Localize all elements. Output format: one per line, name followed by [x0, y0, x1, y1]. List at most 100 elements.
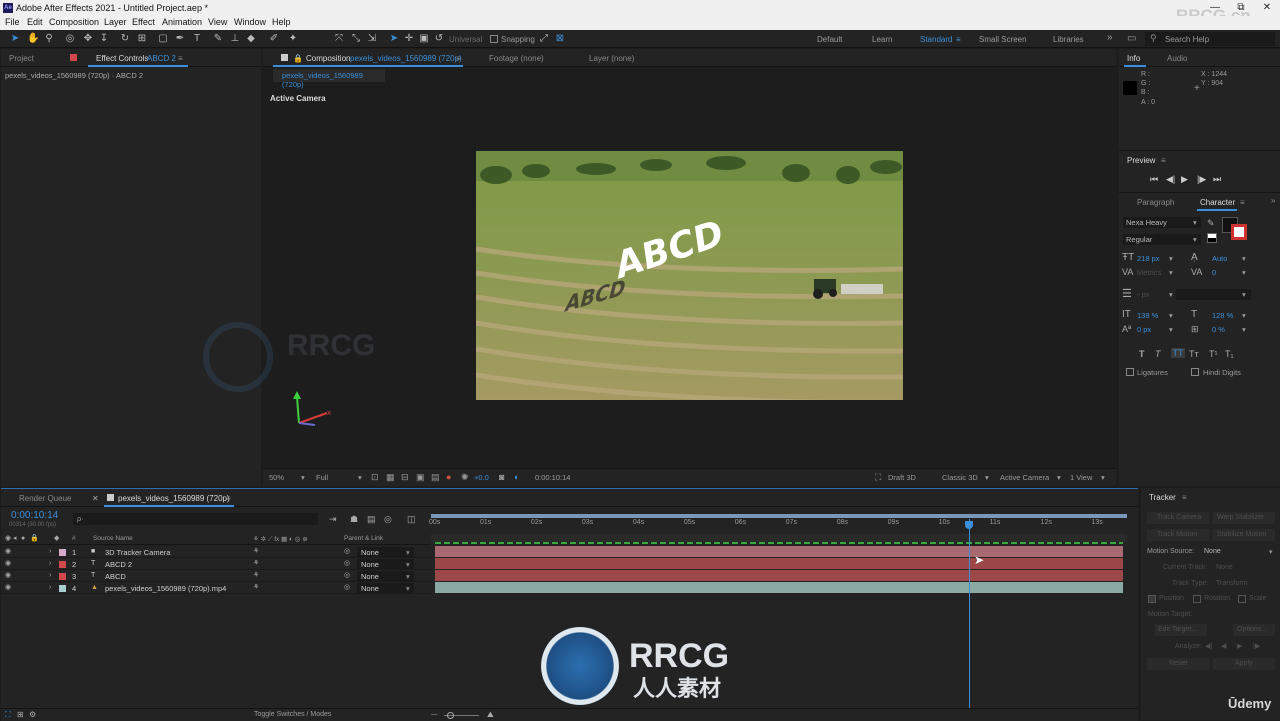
pen-tool-icon[interactable]: ✒: [174, 33, 186, 45]
vertical-scale-chevron-icon[interactable]: ▾: [1169, 311, 1173, 320]
workspace-menu-icon[interactable]: ≡: [956, 35, 961, 44]
composition-viewer[interactable]: ABCD ABCD: [476, 151, 903, 400]
layer-duration-bar[interactable]: [435, 546, 1123, 557]
workspace-small-screen[interactable]: Small Screen: [979, 35, 1027, 44]
tsume-chevron-icon[interactable]: ▾: [1242, 325, 1246, 334]
search-help-field[interactable]: ⚲ Search Help: [1145, 32, 1275, 46]
stroke-style-select[interactable]: ▾: [1176, 289, 1251, 300]
workspace-default[interactable]: Default: [817, 35, 842, 44]
menu-view[interactable]: View: [208, 17, 227, 27]
tab-info[interactable]: Info: [1127, 54, 1140, 63]
clone-stamp-icon[interactable]: ⊥: [229, 33, 241, 45]
tab-effect-controls[interactable]: Effect Controls: [96, 54, 148, 63]
world-axis-icon[interactable]: ⤡: [350, 33, 362, 45]
stroke-color-swatch[interactable]: [1231, 224, 1247, 240]
menu-file[interactable]: File: [5, 17, 20, 27]
font-size-chevron-icon[interactable]: ▾: [1169, 254, 1173, 263]
analyze-back-one-icon[interactable]: ◀|: [1205, 642, 1212, 650]
sync-settings-icon[interactable]: ▭: [1127, 33, 1136, 44]
exposure-icon[interactable]: ✺: [461, 472, 469, 483]
layer-duration-bar[interactable]: [435, 558, 1123, 569]
local-axis-icon[interactable]: ⤧: [333, 33, 345, 45]
all-caps-button[interactable]: TT: [1171, 348, 1185, 358]
font-size-value[interactable]: 218 px: [1137, 254, 1160, 263]
rotate-gizmo-icon[interactable]: ↺: [433, 33, 445, 45]
layer-duration-bar[interactable]: [435, 570, 1123, 581]
snapping-checkbox[interactable]: [490, 35, 498, 43]
menu-composition[interactable]: Composition: [49, 17, 99, 27]
more-workspaces-icon[interactable]: »: [1107, 32, 1113, 43]
zoom-in-icon[interactable]: ⛰: [487, 710, 494, 720]
transparency-grid-icon[interactable]: ▦: [386, 472, 395, 483]
analyze-forward-one-icon[interactable]: |▶: [1253, 642, 1260, 650]
track-camera-button[interactable]: Track Camera: [1147, 512, 1209, 524]
eraser-tool-icon[interactable]: ◆: [245, 33, 257, 45]
previous-frame-icon[interactable]: ◀|: [1166, 174, 1175, 184]
baseline-shift-value[interactable]: 0 px: [1137, 325, 1151, 334]
exposure-value[interactable]: +0.0: [474, 473, 489, 482]
magnification-chevron-icon[interactable]: ▾: [301, 473, 305, 482]
current-time-indicator[interactable]: [968, 519, 970, 709]
preview-menu-icon[interactable]: ≡: [1161, 156, 1166, 165]
orbit-camera-icon[interactable]: ◎: [64, 33, 76, 45]
anchor-tool-icon[interactable]: ⊞: [136, 33, 148, 45]
analyze-forward-icon[interactable]: ▶: [1237, 642, 1242, 650]
leading-chevron-icon[interactable]: ▾: [1242, 254, 1246, 263]
panel-menu-icon[interactable]: ≡: [178, 54, 183, 63]
universal-selection-icon[interactable]: ➤: [388, 33, 400, 45]
workspace-libraries[interactable]: Libraries: [1053, 35, 1084, 44]
selection-tool-icon[interactable]: ➤: [9, 33, 21, 45]
subscript-button[interactable]: T₁: [1225, 349, 1234, 359]
first-frame-icon[interactable]: ⏮: [1150, 174, 1158, 184]
tracking-value[interactable]: 0: [1212, 268, 1216, 277]
render-time-icon[interactable]: ⛶: [5, 710, 11, 720]
menu-effect[interactable]: Effect: [132, 17, 155, 27]
track-type-select[interactable]: Transform: [1216, 580, 1248, 587]
rotation-tool-icon[interactable]: ↻: [119, 33, 131, 45]
superscript-button[interactable]: T¹: [1209, 349, 1218, 359]
menu-edit[interactable]: Edit: [27, 17, 43, 27]
pan-camera-icon[interactable]: ✥: [82, 33, 94, 45]
stabilize-motion-button[interactable]: Stabilize Motion: [1213, 529, 1275, 541]
hindi-digits-checkbox[interactable]: [1191, 368, 1199, 376]
horizontal-scale-value[interactable]: 128 %: [1212, 311, 1233, 320]
play-icon[interactable]: ▶: [1181, 174, 1188, 184]
motion-source-select[interactable]: None: [1204, 548, 1221, 555]
tab-footage[interactable]: Footage (none): [489, 54, 544, 63]
scale-tool-icon[interactable]: ▣: [418, 33, 430, 45]
puppet-tool-icon[interactable]: ✦: [287, 33, 299, 45]
layer-duration-bar[interactable]: [435, 582, 1123, 593]
warp-stabilizer-button[interactable]: Warp Stabilizer: [1213, 512, 1275, 524]
view-axis-icon[interactable]: ⇲: [366, 33, 378, 45]
snap-grid-icon[interactable]: ⊠: [554, 33, 566, 45]
tracker-options-button[interactable]: Options...: [1233, 624, 1275, 636]
snapshot-camera-icon[interactable]: ◙: [499, 472, 504, 482]
dolly-camera-icon[interactable]: ↧: [98, 33, 110, 45]
tab-project[interactable]: Project: [9, 54, 34, 63]
hand-tool-icon[interactable]: ✋: [27, 33, 39, 45]
last-frame-icon[interactable]: ⏭: [1213, 174, 1221, 184]
kerning-value[interactable]: Metrics: [1137, 268, 1161, 277]
edit-target-button[interactable]: Edit Target...: [1155, 624, 1207, 636]
tracker-menu-icon[interactable]: ≡: [1182, 493, 1187, 502]
zoom-tool-icon[interactable]: ⚲: [43, 33, 55, 45]
tab-composition[interactable]: Composition: [306, 54, 350, 63]
small-caps-button[interactable]: Tт: [1189, 349, 1199, 359]
ligatures-checkbox[interactable]: [1126, 368, 1134, 376]
workspace-learn[interactable]: Learn: [872, 35, 892, 44]
character-menu-icon[interactable]: ≡: [1240, 198, 1245, 207]
leading-value[interactable]: Auto: [1212, 254, 1227, 263]
show-snapshot-icon[interactable]: ◐: [514, 472, 519, 482]
tracker-apply-button[interactable]: Apply: [1213, 658, 1275, 670]
close-button[interactable]: ✕: [1254, 0, 1280, 16]
resolution-select[interactable]: Full: [316, 473, 328, 482]
view-layout-chevron-icon[interactable]: ▾: [1101, 473, 1105, 482]
grid-guides-icon[interactable]: ▣: [416, 472, 425, 483]
brush-tool-icon[interactable]: ✎: [212, 33, 224, 45]
tab-audio[interactable]: Audio: [1167, 54, 1187, 63]
region-of-interest-icon[interactable]: ⊡: [371, 472, 379, 483]
tab-character[interactable]: Character: [1200, 198, 1235, 207]
tracking-chevron-icon[interactable]: ▾: [1242, 268, 1246, 277]
tab-paragraph[interactable]: Paragraph: [1137, 198, 1174, 207]
menu-animation[interactable]: Animation: [162, 17, 202, 27]
